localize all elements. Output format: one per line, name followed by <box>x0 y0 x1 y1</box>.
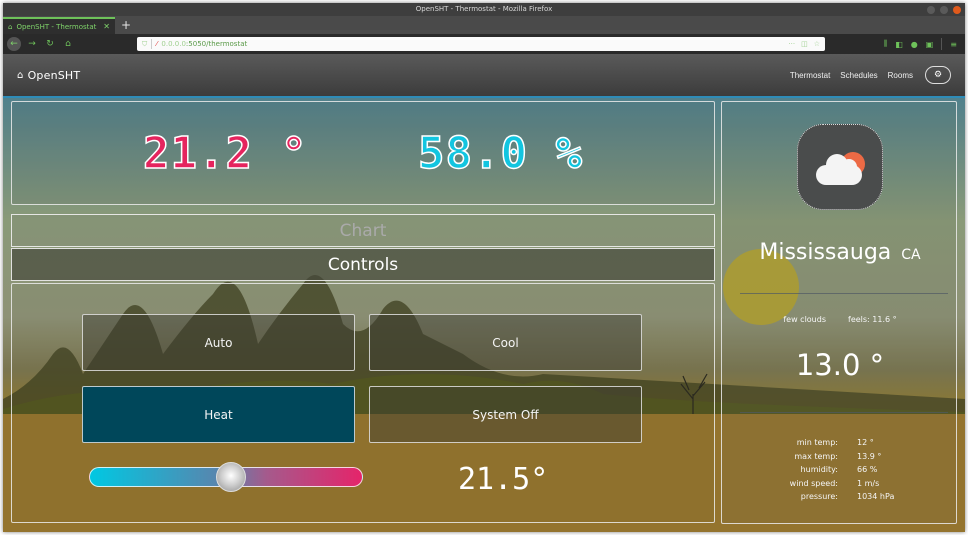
gears-icon: ⚙ <box>933 70 943 80</box>
stat-row-wind-speed: wind speed: 1 m/s <box>762 477 942 491</box>
app-nav-links: Thermostat Schedules Rooms ⚙ <box>790 66 951 84</box>
weather-location: Mississauga CA <box>722 240 958 265</box>
pocket-icon[interactable]: ◫ <box>801 40 808 48</box>
outdoor-temperature: 13.0 ° <box>795 348 885 382</box>
account-icon[interactable]: ● <box>911 40 918 49</box>
url-bar[interactable]: ⛉ ⁄ 0.0.0.0 :5050/thermostat ··· ◫ ☆ <box>137 37 825 51</box>
title-bar: OpenSHT - Thermostat - Mozilla Firefox <box>3 3 965 16</box>
setpoint-slider[interactable] <box>89 462 363 492</box>
url-host: 0.0.0.0 <box>161 40 186 48</box>
home-button[interactable]: ⌂ <box>61 37 75 51</box>
stat-value: 1034 hPa <box>857 492 895 501</box>
stat-label: humidity: <box>800 465 838 474</box>
toolbar-divider <box>941 38 943 50</box>
forward-button[interactable]: → <box>25 37 39 51</box>
sidebar-icon[interactable]: ◧ <box>895 40 903 49</box>
browser-tab[interactable]: ⌂ OpenSHT - Thermostat ✕ <box>3 17 115 34</box>
menu-icon[interactable]: ≡ <box>950 40 957 49</box>
tab-controls[interactable]: Controls <box>11 248 715 281</box>
slider-thumb[interactable] <box>216 462 247 492</box>
heat-mode-button[interactable]: Heat <box>82 386 355 443</box>
new-tab-button[interactable]: + <box>115 17 137 34</box>
nav-rooms[interactable]: Rooms <box>888 71 913 80</box>
system-off-button[interactable]: System Off <box>369 386 642 443</box>
stat-label: min temp: <box>796 438 838 447</box>
window-controls <box>927 6 961 14</box>
nav-schedules[interactable]: Schedules <box>840 71 877 80</box>
stat-row-pressure: pressure: 1034 hPa <box>762 490 942 504</box>
brand-name: OpenSHT <box>27 68 81 82</box>
weather-divider <box>740 412 948 413</box>
cool-mode-button[interactable]: Cool <box>369 314 642 371</box>
maximize-button[interactable] <box>940 6 948 14</box>
app-navbar: ⌂ OpenSHT Thermostat Schedules Rooms ⚙ <box>3 54 965 96</box>
close-window-button[interactable] <box>953 6 961 14</box>
window-title: OpenSHT - Thermostat - Mozilla Firefox <box>415 5 553 13</box>
insecure-lock-icon[interactable]: ⁄ <box>156 40 157 48</box>
toolbar-right: ⫼ ◧ ● ▣ ≡ <box>884 38 962 50</box>
close-tab-icon[interactable]: ✕ <box>103 22 110 31</box>
stat-label: wind speed: <box>789 478 838 488</box>
stat-label: max temp: <box>794 451 838 461</box>
home-icon: ⌂ <box>17 69 24 81</box>
weather-description: few clouds <box>783 315 826 324</box>
url-divider <box>151 39 153 49</box>
country-code: CA <box>901 247 921 263</box>
nav-thermostat[interactable]: Thermostat <box>790 71 830 80</box>
bookmark-star-icon[interactable]: ☆ <box>814 40 820 48</box>
cloud-icon <box>816 154 862 185</box>
weather-divider <box>740 293 948 294</box>
setpoint-value: 21.5° <box>458 462 549 497</box>
tab-title: OpenSHT - Thermostat <box>16 22 97 31</box>
weather-stats: min temp: 12 ° max temp: 13.9 ° humidity… <box>762 436 942 504</box>
brand-link[interactable]: ⌂ OpenSHT <box>17 69 80 82</box>
browser-window: OpenSHT - Thermostat - Mozilla Firefox ⌂… <box>3 3 965 532</box>
city-name: Mississauga <box>759 240 892 265</box>
reload-button[interactable]: ↻ <box>43 37 57 51</box>
weather-icon-tile <box>797 124 883 210</box>
tab-strip: ⌂ OpenSHT - Thermostat ✕ + <box>3 16 965 34</box>
home-icon: ⌂ <box>8 22 13 31</box>
stat-value: 12 ° <box>857 438 874 447</box>
humidity-reading: 58.0 % <box>417 127 583 180</box>
temperature-reading: 21.2 ° <box>142 127 308 180</box>
minimize-button[interactable] <box>927 6 935 14</box>
more-actions-icon[interactable]: ··· <box>788 40 795 48</box>
screenshot-icon[interactable]: ▣ <box>926 40 934 49</box>
stat-value: 1 m/s <box>857 478 880 488</box>
weather-panel: Mississauga CA few clouds feels: 11.6 ° 1… <box>721 101 957 524</box>
stat-value: 13.9 ° <box>857 451 882 461</box>
controls-panel: Auto Cool Heat System Off 21.5° <box>11 283 715 523</box>
tab-chart[interactable]: Chart <box>11 214 715 247</box>
nav-toolbar: ← → ↻ ⌂ ⛉ ⁄ 0.0.0.0 :5050/thermostat ···… <box>3 34 965 54</box>
stat-value: 66 % <box>857 465 878 474</box>
library-icon[interactable]: ⫼ <box>884 39 888 49</box>
shield-icon[interactable]: ⛉ <box>142 40 147 49</box>
auto-mode-button[interactable]: Auto <box>82 314 355 371</box>
navbar-accent-strip <box>3 96 965 98</box>
settings-button[interactable]: ⚙ <box>925 66 951 84</box>
back-button[interactable]: ← <box>7 37 21 51</box>
stat-row-humidity: humidity: 66 % <box>762 463 942 477</box>
page-content: ⌂ OpenSHT Thermostat Schedules Rooms ⚙ 2… <box>3 54 965 532</box>
weather-summary: few clouds feels: 11.6 ° <box>722 315 958 324</box>
feels-like: feels: 11.6 ° <box>848 315 897 324</box>
stat-label: pressure: <box>800 492 838 501</box>
stat-row-min-temp: min temp: 12 ° <box>762 436 942 450</box>
readings-panel: 21.2 ° 58.0 % <box>11 101 715 205</box>
url-actions: ··· ◫ ☆ <box>788 40 820 48</box>
stat-row-max-temp: max temp: 13.9 ° <box>762 450 942 464</box>
url-path: :5050/thermostat <box>185 40 248 48</box>
